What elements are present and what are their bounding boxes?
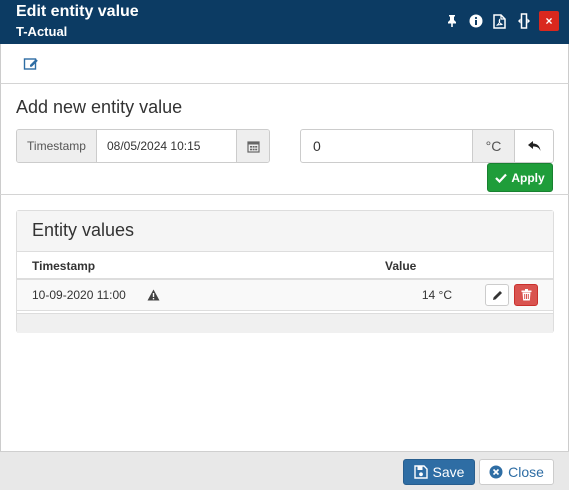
info-icon[interactable] [467,11,484,31]
panel-title: Entity values [17,211,553,252]
section-divider [0,194,569,195]
column-header-value[interactable]: Value [385,259,416,273]
save-button[interactable]: Save [403,459,475,485]
resize-icon[interactable] [515,11,532,31]
unit-label: °C [472,130,514,162]
dialog-toolbar [0,44,569,84]
timestamp-input[interactable]: 08/05/2024 10:15 [97,130,236,162]
dialog-title: Edit entity value [16,3,139,20]
edit-row-button[interactable] [485,284,509,306]
check-icon [495,173,508,183]
calendar-icon[interactable] [236,130,269,162]
dialog-titlebar: Edit entity value T-Actual × [0,0,569,44]
timestamp-label: Timestamp [17,130,97,162]
titlebar-actions: × [443,11,559,31]
close-icon[interactable]: × [539,11,559,31]
save-icon [413,465,428,479]
undo-icon[interactable] [514,130,553,162]
close-button[interactable]: Close [479,459,554,485]
pin-icon[interactable] [443,11,460,31]
pencil-icon [492,290,502,300]
row-timestamp: 10-09-2020 11:00 [32,288,126,302]
table-row[interactable]: 10-09-2020 11:00 14 °C [17,280,553,311]
dialog-footer: Save Close [0,451,569,490]
dialog-subtitle: T-Actual [16,24,68,39]
value-input-group: 0 °C [300,129,554,163]
warning-icon [147,289,160,301]
edit-icon[interactable] [23,56,40,71]
pdf-icon[interactable] [491,11,508,31]
column-header-timestamp[interactable]: Timestamp [32,259,95,273]
delete-row-button[interactable] [514,284,538,306]
table-header: Timestamp Value [17,252,553,280]
panel-footer [17,313,553,333]
apply-label: Apply [511,170,545,185]
row-value: 14 °C [421,288,452,302]
apply-button[interactable]: Apply [487,163,553,192]
close-circle-icon [489,465,503,479]
section-title: Add new entity value [16,97,183,117]
entity-values-panel: Entity values Timestamp Value 10-09-2020… [16,210,554,333]
close-label: Close [508,464,544,480]
dialog-border-left [0,84,1,451]
value-input[interactable]: 0 [301,130,472,162]
trash-icon [521,289,531,301]
timestamp-input-group: Timestamp 08/05/2024 10:15 [16,129,270,163]
save-label: Save [432,464,465,480]
